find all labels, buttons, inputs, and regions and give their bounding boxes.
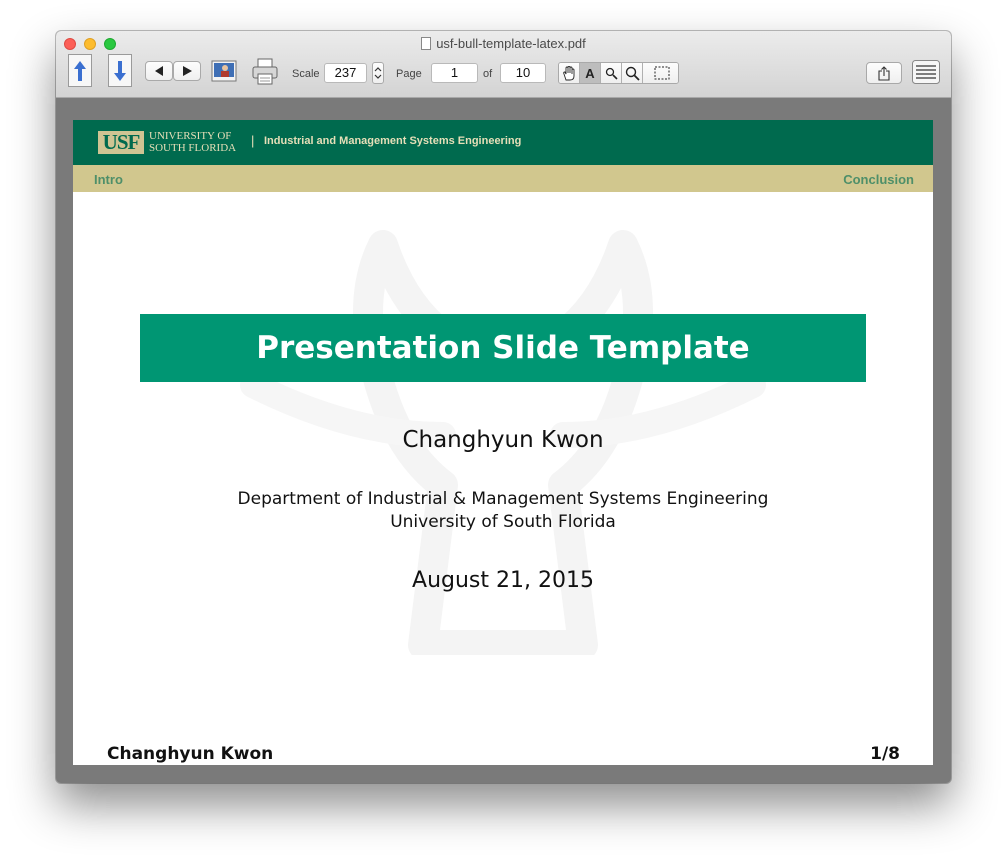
share-button[interactable] — [866, 62, 902, 84]
tool-group: A — [558, 62, 679, 84]
footer-author: Changhyun Kwon — [107, 744, 274, 764]
nav-link-intro[interactable]: Intro — [94, 172, 123, 187]
presentation-date: August 21, 2015 — [412, 568, 594, 593]
scale-stepper[interactable] — [372, 62, 384, 84]
text-tool-button[interactable]: A — [580, 63, 601, 83]
slide-title: Presentation Slide Template — [256, 330, 750, 366]
author-name: Changhyun Kwon — [402, 427, 604, 453]
title-bar: usf-bull-template-latex.pdf Scale 237 Pa… — [56, 31, 951, 98]
header-department: Industrial and Management Systems Engine… — [264, 135, 522, 147]
sidebar-toggle-button[interactable] — [912, 60, 940, 84]
footer-page-number: 1/8 — [870, 744, 900, 764]
pdf-document-icon — [421, 37, 432, 50]
print-button[interactable] — [250, 57, 280, 87]
triangle-right-icon — [182, 66, 192, 76]
zoom-in-tool-button[interactable] — [622, 63, 643, 83]
of-label: of — [483, 68, 493, 80]
wordmark-line-2: SOUTH FLORIDA — [149, 142, 237, 154]
header-separator: | — [251, 133, 255, 148]
slide-header-bar: USF UNIVERSITY OF SOUTH FLORIDA | Indust… — [73, 120, 933, 165]
page-label: Page — [396, 68, 422, 80]
list-view-icon — [912, 60, 940, 84]
window-title-text: usf-bull-template-latex.pdf — [436, 36, 586, 51]
magnifier-icon — [625, 66, 640, 81]
open-image-button[interactable] — [210, 60, 238, 83]
marquee-select-icon — [654, 66, 669, 80]
scale-label: Scale — [292, 68, 320, 80]
author-university: University of South Florida — [390, 512, 616, 532]
author-department: Department of Industrial & Management Sy… — [237, 489, 769, 509]
previous-page-button[interactable] — [68, 54, 92, 87]
rectangle-select-tool-button[interactable] — [643, 63, 678, 83]
photo-icon — [211, 60, 237, 82]
forward-button[interactable] — [173, 61, 201, 81]
magnifier-small-icon — [605, 67, 618, 80]
section-navbar: Intro Conclusion — [73, 165, 933, 192]
text-select-icon: A — [585, 65, 595, 81]
arrow-down-icon — [114, 60, 126, 81]
slide-title-block: Presentation Slide Template — [140, 314, 866, 382]
arrow-up-icon — [74, 60, 86, 81]
window-title: usf-bull-template-latex.pdf — [56, 36, 951, 51]
triangle-left-icon — [154, 66, 163, 76]
page-input[interactable]: 1 — [431, 63, 478, 83]
back-button[interactable] — [145, 61, 173, 81]
hand-icon — [563, 65, 575, 80]
nav-link-conclusion[interactable]: Conclusion — [843, 172, 914, 187]
printer-icon — [252, 58, 278, 85]
usf-logo: USF — [98, 131, 144, 154]
wordmark-line-1: UNIVERSITY OF — [149, 130, 232, 142]
pdf-page[interactable]: USF UNIVERSITY OF SOUTH FLORIDA | Indust… — [73, 120, 933, 765]
zoom-out-tool-button[interactable] — [601, 63, 622, 83]
university-wordmark: UNIVERSITY OF SOUTH FLORIDA — [149, 130, 236, 154]
hand-tool-button[interactable] — [559, 63, 580, 83]
stepper-chevrons-icon — [374, 67, 382, 79]
page-total: 10 — [500, 63, 546, 83]
next-page-button[interactable] — [108, 54, 132, 87]
scale-input[interactable]: 237 — [324, 63, 367, 83]
share-icon — [878, 65, 890, 81]
